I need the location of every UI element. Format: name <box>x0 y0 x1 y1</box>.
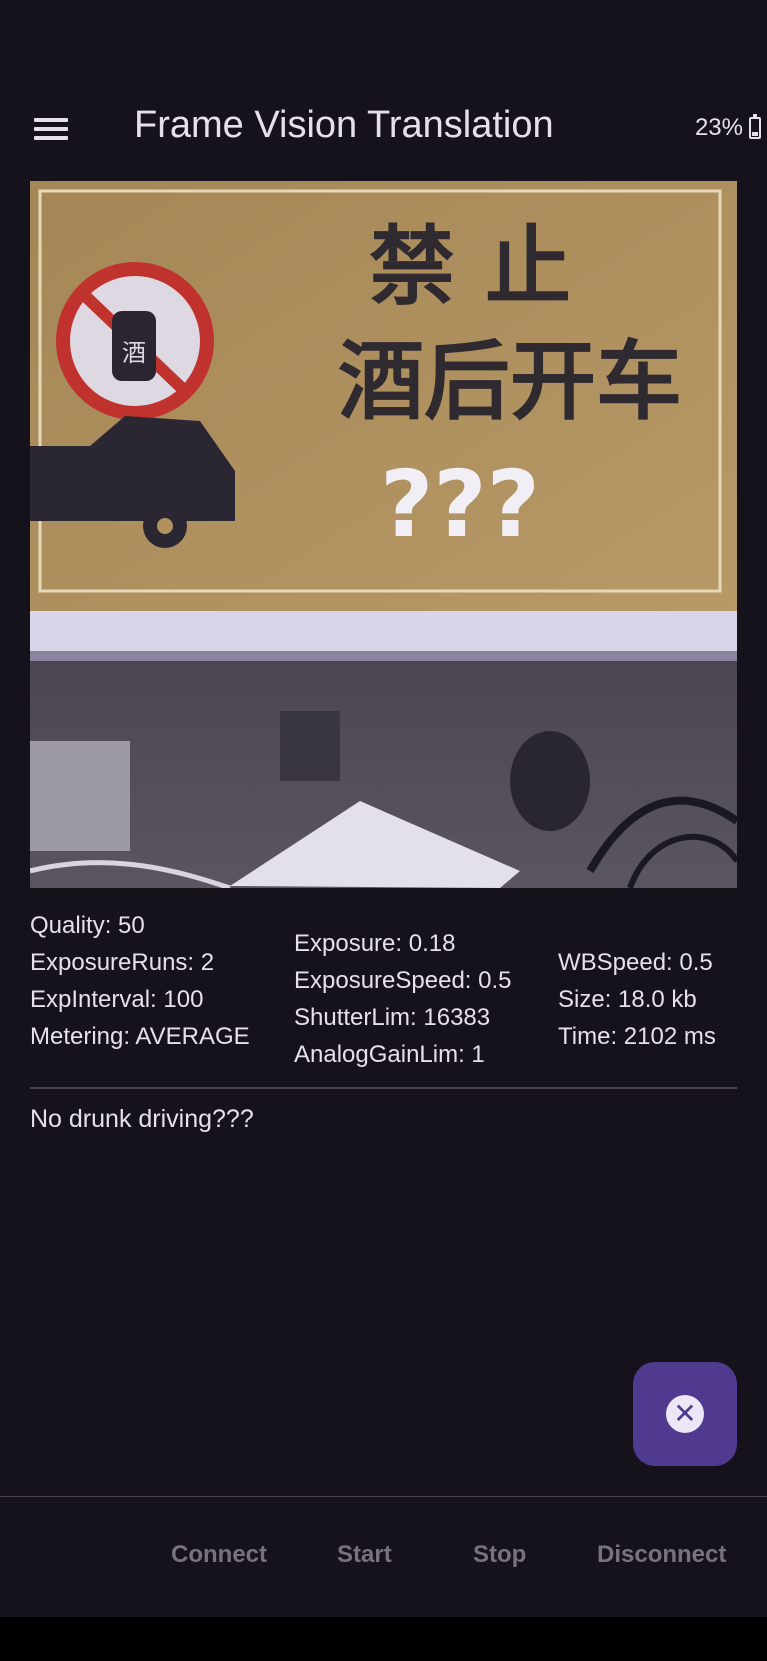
stats-column-2: Exposure: 0.18 ExposureSpeed: 0.5 Shutte… <box>294 925 512 1073</box>
stat-exposure-runs: ExposureRuns: 2 <box>30 949 215 976</box>
translation-result: No drunk driving??? <box>30 1105 254 1133</box>
stats-column-1: Quality: 50 ExposureRuns: 2 ExpInterval:… <box>30 907 250 1055</box>
divider <box>30 1087 737 1089</box>
stat-shutter-lim: ShutterLim: 16383 <box>294 1004 491 1031</box>
bottom-button-bar: Connect Start Stop Disconnect <box>0 1497 767 1617</box>
badge-char: 酒 <box>122 339 146 367</box>
app-title: Frame Vision Translation <box>134 104 554 146</box>
disconnect-button[interactable]: Disconnect <box>597 1541 726 1569</box>
stat-analog-gain-lim: AnalogGainLim: 1 <box>294 1041 485 1068</box>
stop-button[interactable]: Stop <box>473 1541 526 1569</box>
menu-icon[interactable] <box>28 110 76 146</box>
stat-exposure-speed: ExposureSpeed: 0.5 <box>294 967 512 994</box>
cancel-fab-button[interactable]: ✕ <box>633 1362 737 1466</box>
photo-image: 酒 禁 止 酒后开车 ??? <box>30 181 737 888</box>
stats-column-3: WBSpeed: 0.5 Size: 18.0 kb Time: 2102 ms <box>558 944 716 1055</box>
stat-quality: Quality: 50 <box>30 912 145 939</box>
close-icon: ✕ <box>666 1395 704 1433</box>
battery-indicator: 23% <box>695 114 761 142</box>
stat-metering: Metering: AVERAGE <box>30 1023 250 1050</box>
start-button[interactable]: Start <box>337 1541 392 1569</box>
stat-exp-interval: ExpInterval: 100 <box>30 986 204 1013</box>
stat-exposure: Exposure: 0.18 <box>294 930 456 957</box>
captured-photo: 酒 禁 止 酒后开车 ??? <box>30 181 737 888</box>
battery-icon <box>749 114 761 139</box>
sign-marks: ??? <box>380 451 540 558</box>
stat-wb-speed: WBSpeed: 0.5 <box>558 949 713 976</box>
stat-time: Time: 2102 ms <box>558 1023 716 1050</box>
system-nav-strip <box>0 1617 767 1661</box>
sign-line-1: 禁 止 <box>369 217 571 317</box>
connect-button[interactable]: Connect <box>171 1541 267 1569</box>
app-bar: Frame Vision Translation 23% <box>0 92 767 164</box>
sign-line-2: 酒后开车 <box>338 332 682 432</box>
battery-text: 23% <box>694 114 743 141</box>
stat-size: Size: 18.0 kb <box>558 986 697 1013</box>
